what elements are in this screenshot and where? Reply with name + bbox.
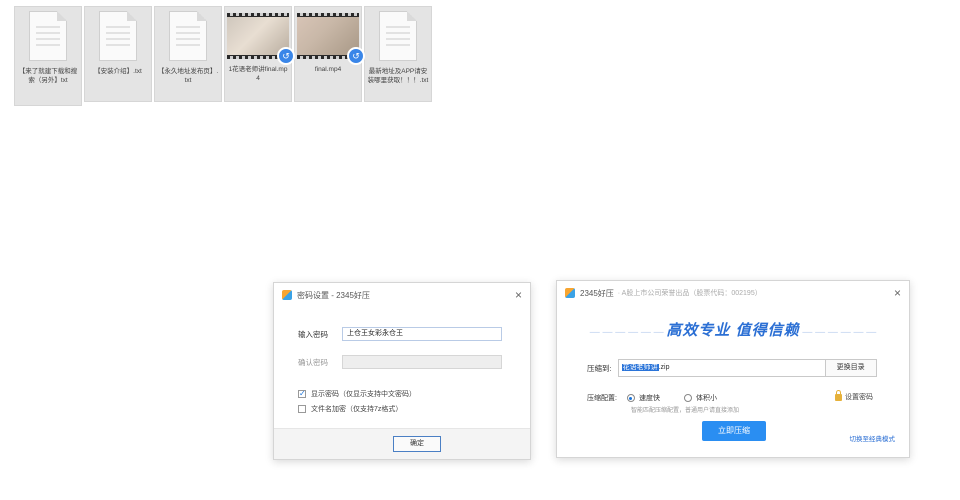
enter-password-row: 输入密码 上仓王女彩永仓王 <box>298 327 502 341</box>
text-file-icon <box>29 11 67 61</box>
file-item[interactable]: 【来了就建下载和搜索（另外】txt <box>14 6 82 106</box>
set-password-label: 设置密码 <box>845 394 873 401</box>
file-name: final.mp4 <box>314 66 342 73</box>
file-item[interactable]: 【永久地址发布页】.txt <box>154 6 222 102</box>
config-hint: 智能匹配压缩配置，普通用户请直接添加 <box>631 408 740 414</box>
file-name: 最新地址及APP请安装哪里获取！！！.txt <box>367 68 429 84</box>
radio-fast[interactable] <box>626 394 635 402</box>
file-name: 【永久地址发布页】.txt <box>157 68 219 84</box>
dialog-subtitle: · A股上市公司荣誉出品（股票代码：002195） <box>617 290 762 297</box>
file-name: 【来了就建下载和搜索（另外】txt <box>18 68 78 84</box>
option-fast-label: 速度快 <box>638 395 660 402</box>
file-item[interactable]: ↺ 1花语老师讲final.mp4 <box>224 6 295 102</box>
encrypt-filename-checkbox[interactable]: 文件名加密（仅支持7z格式） <box>298 404 402 414</box>
ok-button[interactable]: 确定 <box>393 436 441 452</box>
enter-password-label: 输入密码 <box>298 329 328 339</box>
confirm-password-row: 确认密码 <box>298 355 502 369</box>
switch-classic-link[interactable]: 切换至经典模式 <box>850 433 896 443</box>
selected-filename: 花语老师讲 <box>621 364 659 371</box>
show-password-checkbox[interactable]: ✓ 显示密码（仅显示支持中文密码） <box>298 389 416 399</box>
desktop-file-list: 【来了就建下载和搜索（另外】txt 【安装介绍】.txt 【永久地址发布页】.t… <box>14 6 432 106</box>
player-badge-icon: ↺ <box>277 47 295 65</box>
file-name: 【安装介绍】.txt <box>94 68 142 75</box>
text-file-icon <box>99 11 137 61</box>
player-badge-icon: ↺ <box>347 47 365 65</box>
dialog-title: 2345好压 <box>580 288 614 298</box>
package-row: 压缩到: 花语老师讲.zip 更换目录 <box>587 359 877 377</box>
encrypt-filename-label: 文件名加密（仅支持7z格式） <box>311 406 403 413</box>
filename-suffix: .zip <box>658 364 670 371</box>
set-password-link[interactable]: 设置密码 <box>835 389 873 402</box>
text-file-icon <box>379 11 417 61</box>
dialog-titlebar: 2345好压 · A股上市公司荣誉出品（股票代码：002195） × <box>557 281 909 305</box>
file-name: 1花语老师讲final.mp4 <box>228 66 288 82</box>
file-item[interactable]: ↺ final.mp4 <box>294 6 365 102</box>
change-directory-button[interactable]: 更换目录 <box>824 359 877 377</box>
confirm-password-label: 确认密码 <box>298 357 328 367</box>
slogan-banner: — — — — — — 高效专业 值得信赖 — — — — — — <box>589 322 877 339</box>
checkbox-empty-icon <box>298 405 306 413</box>
show-password-label: 显示密码（仅显示支持中文密码） <box>311 391 416 398</box>
package-label: 压缩到: <box>587 363 612 373</box>
app-logo-icon <box>565 288 575 298</box>
close-icon[interactable]: × <box>515 288 522 302</box>
video-thumbnail-icon: ↺ <box>227 13 295 65</box>
confirm-password-input[interactable] <box>342 355 502 369</box>
option-small-label: 体积小 <box>695 395 717 402</box>
password-dialog: 密码设置 - 2345好压 × 输入密码 上仓王女彩永仓王 确认密码 ✓ 显示密… <box>273 282 531 460</box>
compress-now-button[interactable]: 立即压缩 <box>702 421 766 441</box>
slogan-text: 高效专业 值得信赖 <box>666 322 800 339</box>
compress-dialog: 2345好压 · A股上市公司荣誉出品（股票代码：002195） × — — —… <box>556 280 910 458</box>
text-file-icon <box>169 11 207 61</box>
file-item[interactable]: 最新地址及APP请安装哪里获取！！！.txt <box>364 6 432 102</box>
dialog-title: 密码设置 - 2345好压 <box>297 290 370 300</box>
video-thumbnail-icon: ↺ <box>297 13 365 65</box>
config-label: 压缩配置: <box>587 395 617 402</box>
app-logo-icon <box>282 290 292 300</box>
lock-icon <box>835 389 842 401</box>
close-icon[interactable]: × <box>894 286 901 300</box>
dialog-titlebar: 密码设置 - 2345好压 × <box>274 283 530 307</box>
package-path-input[interactable]: 花语老师讲.zip <box>617 359 826 377</box>
dialog-footer: 确定 <box>274 428 530 459</box>
checkmark-icon: ✓ <box>298 389 306 398</box>
compress-config-row: 压缩配置: 速度快 体积小 <box>587 393 717 403</box>
file-item[interactable]: 【安装介绍】.txt <box>84 6 152 102</box>
radio-small[interactable] <box>683 394 692 402</box>
enter-password-input[interactable]: 上仓王女彩永仓王 <box>342 327 502 341</box>
